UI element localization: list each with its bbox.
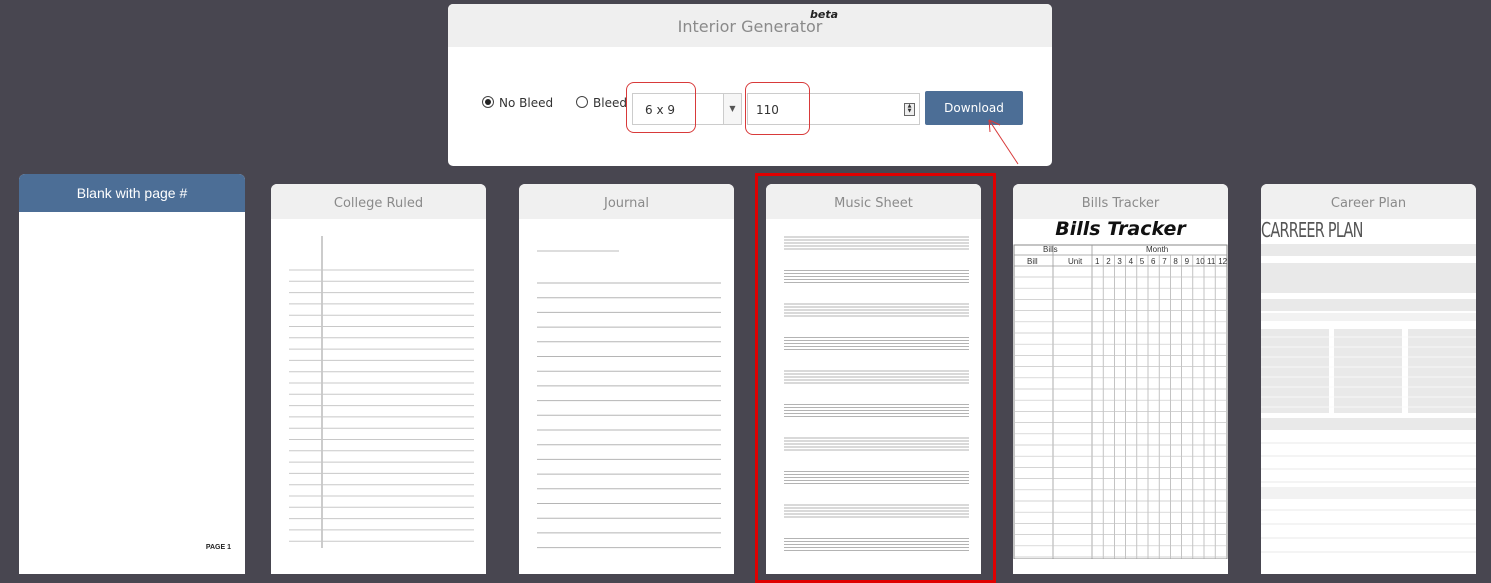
month-label: 11 [1207,257,1216,266]
month-label: 4 [1128,257,1134,266]
month-label: 5 [1139,257,1145,266]
template-title: Journal [519,184,734,219]
selected-template-outline [755,173,996,583]
month-group-label: Month [1146,245,1169,254]
spinner-icon[interactable]: ▲ ▼ [904,103,915,116]
bleed-radio[interactable] [576,96,588,108]
month-label: 3 [1117,257,1122,266]
month-label: 7 [1162,257,1167,266]
beta-badge: beta [810,8,839,21]
template-card-career-plan[interactable]: Career Plan CARREER PLAN [1261,184,1476,574]
college-ruled-preview [289,236,474,548]
panel-title: Interior Generator [677,17,823,36]
month-label: 8 [1173,257,1178,266]
panel-header: Interior Generator beta [448,4,1052,47]
template-title: Blank with page # [19,174,245,212]
no-bleed-radio[interactable] [482,96,494,108]
no-bleed-option[interactable]: No Bleed [482,96,553,110]
month-label: 9 [1184,257,1190,266]
size-highlight [626,82,696,133]
template-card-blank[interactable]: Blank with page # PAGE 1 [19,174,245,574]
template-card-bills-tracker[interactable]: Bills Tracker Bills Tracker Bills Month … [1013,184,1228,574]
bills-group-label: Bills [1043,245,1058,254]
unit-column-label: Unit [1068,257,1083,266]
journal-preview [537,250,721,549]
month-label: 12 [1218,257,1228,266]
template-title: Career Plan [1261,184,1476,219]
month-label: 10 [1195,257,1205,266]
month-label: 1 [1095,257,1100,266]
career-plan-preview [1261,244,1476,553]
template-card-college-ruled[interactable]: College Ruled [271,184,486,574]
template-title: College Ruled [271,184,486,219]
bleed-option[interactable]: Bleed [576,96,627,110]
template-card-journal[interactable]: Journal [519,184,734,574]
month-label: 2 [1106,257,1111,266]
page-number-preview: PAGE 1 [205,544,231,551]
no-bleed-label: No Bleed [499,96,554,110]
template-title: Bills Tracker [1013,184,1228,219]
bills-tracker-preview [1013,244,1228,559]
bleed-label: Bleed [593,96,627,110]
month-label: 6 [1151,257,1156,266]
interior-generator-panel: Interior Generator beta No Bleed Bleed 6… [448,4,1052,166]
bill-column-label: Bill [1027,257,1038,266]
download-button[interactable]: Download [925,91,1023,125]
pages-highlight [745,82,810,135]
chevron-down-icon[interactable]: ▼ [723,94,741,124]
